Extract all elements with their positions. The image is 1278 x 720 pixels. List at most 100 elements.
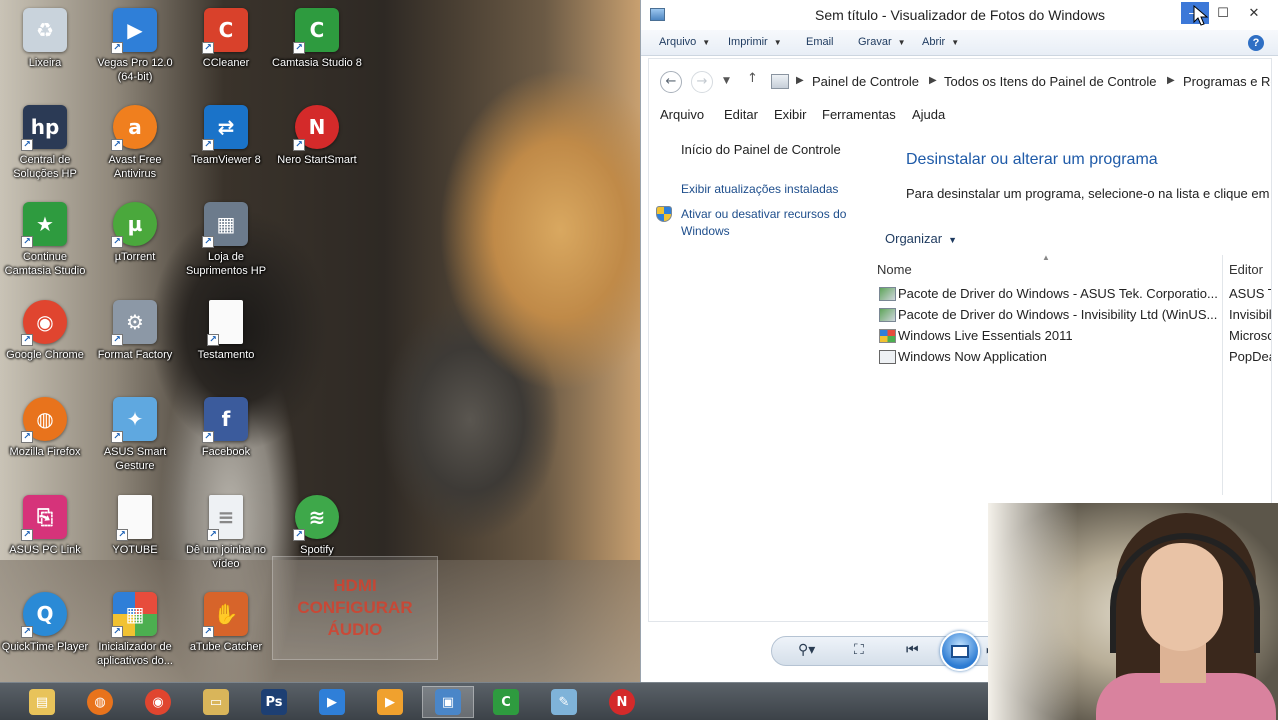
desktop-icon[interactable]: N ↗ Nero StartSmart — [272, 105, 362, 167]
program-editor: Microso — [1229, 328, 1272, 343]
taskbar-button[interactable]: N — [596, 686, 648, 718]
desktop-icon[interactable]: ▶ ↗ Vegas Pro 12.0 (64-bit) — [90, 8, 180, 84]
desktop-icon[interactable]: ⚙ ↗ Format Factory — [90, 300, 180, 362]
nero-icon: N — [609, 689, 635, 715]
address-bar-row: ← → ▼ ↑ ▶ Painel de Controle ▶ Todos os … — [649, 59, 1271, 103]
document-icon: ↗ — [116, 495, 152, 541]
help-icon[interactable]: ? — [1248, 35, 1264, 51]
desktop-icon-label: Nero StartSmart — [277, 154, 357, 166]
desktop-icon[interactable]: ◍ ↗ Mozilla Firefox — [0, 397, 90, 459]
column-header-editor: Editor — [1229, 262, 1263, 277]
desktop-icon[interactable]: ⎘ ↗ ASUS PC Link — [0, 495, 90, 557]
actual-size-icon[interactable]: ⛶ — [854, 642, 864, 658]
desktop-icon-label: Inicializador de aplicativos do... — [97, 641, 173, 667]
desktop-icon[interactable]: ▦ ↗ Inicializador de aplicativos do... — [90, 592, 180, 668]
paint-icon: ✎ — [551, 689, 577, 715]
program-name: Pacote de Driver do Windows - Invisibili… — [898, 307, 1218, 322]
title-bar[interactable]: Sem título - Visualizador de Fotos do Wi… — [641, 0, 1278, 30]
program-editor: PopDea — [1229, 349, 1272, 364]
previous-icon[interactable]: ⏮ — [906, 642, 919, 658]
taskbar-button[interactable]: ✎ — [538, 686, 590, 718]
webcam-overlay — [988, 503, 1278, 720]
desktop-icon-label: Continue Camtasia Studio — [4, 251, 86, 277]
viewer-toolbar: ⚲▾ ⛶ ⏮ ⏭ — [771, 631, 1003, 671]
breadcrumb-separator-icon: ▶ — [1167, 75, 1175, 86]
vegas-pro-icon: ▶ — [319, 689, 345, 715]
arquivo-menu-button[interactable]: Arquivo ▼ — [659, 36, 710, 48]
desktop-icon-label: Testamento — [197, 349, 255, 361]
recycle-bin-icon: ♻ — [23, 8, 67, 52]
desktop-icon[interactable]: a ↗ Avast Free Antivirus — [90, 105, 180, 181]
driver-package-icon — [879, 287, 896, 301]
program-editor: ASUS Te — [1229, 286, 1271, 301]
desktop-icon[interactable]: ≡ ↗ Dê um joinha no vídeo — [181, 495, 271, 571]
taskbar-button[interactable]: ▶ — [306, 686, 358, 718]
shortcut-arrow-icon: ↗ — [21, 529, 33, 541]
taskbar-button[interactable]: ▣ — [422, 686, 474, 718]
desktop-icon[interactable]: ↗ Testamento — [181, 300, 271, 362]
program-row: Pacote de Driver do Windows - Invisibili… — [877, 306, 1271, 327]
abrir-menu-button[interactable]: Abrir ▼ — [922, 36, 959, 48]
desktop-icon-label: Vegas Pro 12.0 (64-bit) — [97, 57, 173, 83]
desktop-icon[interactable]: ✋ ↗ aTube Catcher — [181, 592, 271, 654]
hp-store-icon: ▦ ↗ — [202, 202, 248, 248]
taskbar-button[interactable]: ◍ — [74, 686, 126, 718]
desktop-icon-label: YOTUBE — [112, 544, 158, 556]
close-button[interactable]: ✕ — [1237, 2, 1271, 24]
sidebar-updates-link: Exibir atualizações instaladas — [681, 182, 839, 196]
driver-package-icon — [879, 308, 896, 322]
slideshow-button[interactable] — [940, 631, 980, 671]
desktop-icon[interactable]: Q ↗ QuickTime Player — [0, 592, 90, 654]
shortcut-arrow-icon: ↗ — [111, 334, 123, 346]
firefox-icon: ◍ — [87, 689, 113, 715]
taskbar-button[interactable]: ▤ — [16, 686, 68, 718]
desktop-icon[interactable]: ♻ Lixeira — [0, 8, 90, 70]
shortcut-arrow-icon: ↗ — [293, 529, 305, 541]
menu-ajuda: Ajuda — [912, 107, 946, 122]
taskbar-button[interactable]: ◉ — [132, 686, 184, 718]
email-button[interactable]: Email — [806, 36, 834, 48]
media-player-icon: ▶ — [377, 689, 403, 715]
taskbar-button[interactable]: ▭ — [190, 686, 242, 718]
program-row: Windows Now Application PopDea — [877, 348, 1272, 369]
desktop-icon-label: TeamViewer 8 — [191, 154, 261, 166]
camtasia-icon: C ↗ — [293, 8, 339, 54]
desktop-icon[interactable]: ▦ ↗ Loja de Suprimentos HP — [181, 202, 271, 278]
watermark-line-3: ÁUDIO — [327, 620, 383, 639]
desktop-icon[interactable]: f ↗ Facebook — [181, 397, 271, 459]
shortcut-arrow-icon: ↗ — [293, 42, 305, 54]
desktop-icon-label: Format Factory — [97, 349, 173, 361]
menu-editar: Editar — [724, 107, 758, 122]
desktop-icon[interactable]: ≋ ↗ Spotify — [272, 495, 362, 557]
desktop-icon-label: Dê um joinha no vídeo — [185, 544, 267, 570]
shortcut-arrow-icon: ↗ — [111, 626, 123, 638]
desktop-icon[interactable]: ✦ ↗ ASUS Smart Gesture — [90, 397, 180, 473]
shortcut-arrow-icon: ↗ — [116, 529, 128, 541]
taskbar-button[interactable]: C — [480, 686, 532, 718]
desktop-icon[interactable]: ★ ↗ Continue Camtasia Studio — [0, 202, 90, 278]
desktop-icon[interactable]: hp ↗ Central de Soluções HP — [0, 105, 90, 181]
desktop-icon[interactable]: ↗ YOTUBE — [90, 495, 180, 557]
desktop-icon[interactable]: C ↗ Camtasia Studio 8 — [272, 8, 362, 70]
shortcut-arrow-icon: ↗ — [21, 626, 33, 638]
taskbar-button[interactable]: ▶ — [364, 686, 416, 718]
desktop-icon[interactable]: ⇄ ↗ TeamViewer 8 — [181, 105, 271, 167]
gravar-menu-button[interactable]: Gravar ▼ — [858, 36, 906, 48]
breadcrumb-separator-icon: ▶ — [796, 75, 804, 86]
chrome-icon: ◉ ↗ — [21, 300, 67, 346]
menu-arquivo: Arquivo — [660, 107, 705, 122]
watermark-line-2: CONFIGURAR — [297, 598, 413, 617]
breadcrumb-separator-icon: ▶ — [929, 75, 937, 86]
desktop-icon-label: Mozilla Firefox — [9, 446, 81, 458]
zoom-icon[interactable]: ⚲▾ — [798, 642, 815, 658]
desktop-icon[interactable]: C ↗ CCleaner — [181, 8, 271, 70]
taskbar-button[interactable]: Ps — [248, 686, 300, 718]
desktop-icon[interactable]: µ ↗ µTorrent — [90, 202, 180, 264]
teamviewer-icon: ⇄ ↗ — [202, 105, 248, 151]
desktop-icon[interactable]: ◉ ↗ Google Chrome — [0, 300, 90, 362]
control-panel-icon — [771, 74, 789, 89]
shortcut-arrow-icon: ↗ — [111, 431, 123, 443]
imprimir-menu-button[interactable]: Imprimir ▼ — [728, 36, 782, 48]
maximize-button[interactable]: ☐ — [1209, 2, 1237, 24]
desktop-icon-label: aTube Catcher — [189, 641, 263, 653]
